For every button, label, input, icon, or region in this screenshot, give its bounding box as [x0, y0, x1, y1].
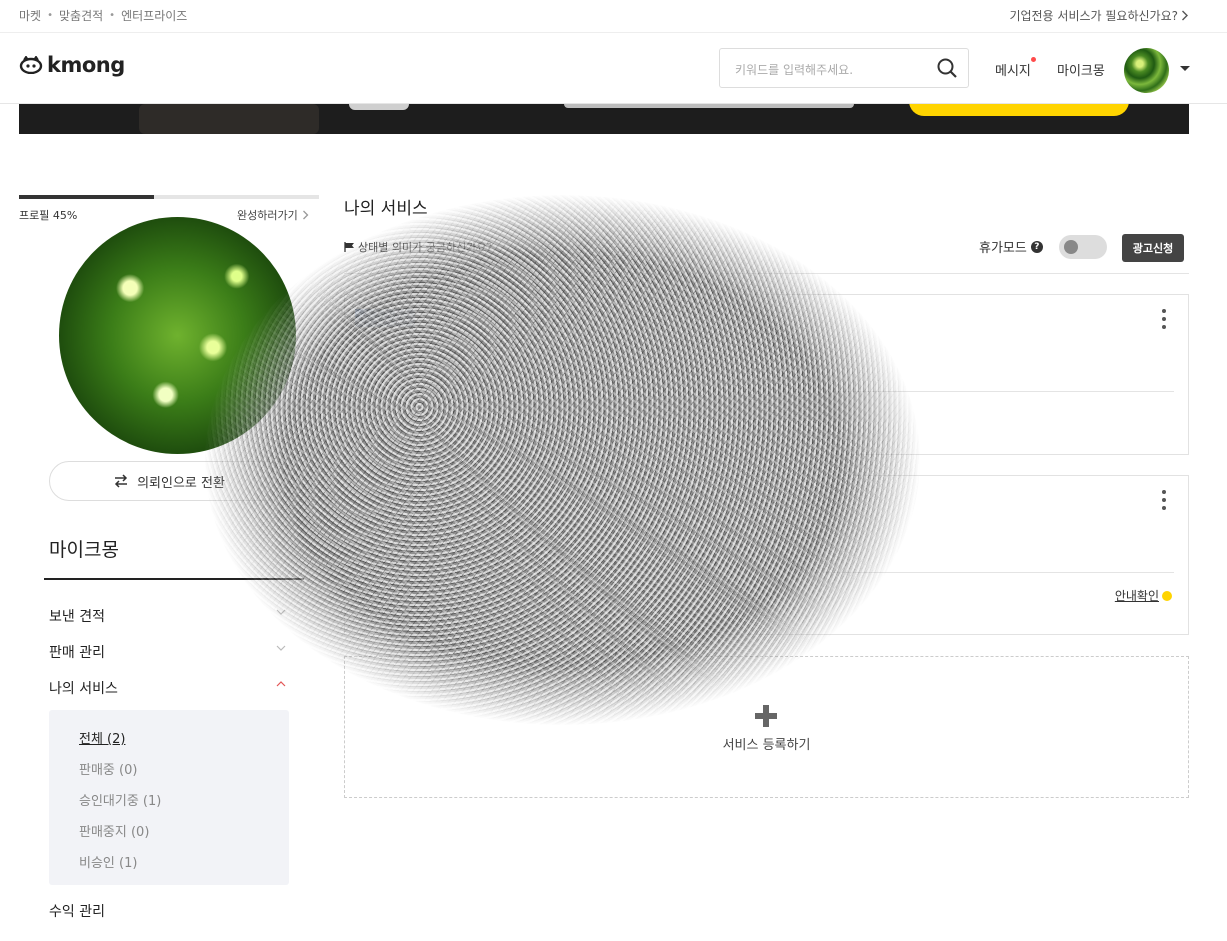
submenu-pending-approval[interactable]: 승인대기중 (1)	[79, 790, 161, 809]
sidebar-item-my-services[interactable]: 나의 서비스	[49, 678, 289, 698]
switch-to-client-button[interactable]: 의뢰인으로 전환	[49, 461, 289, 501]
status-help-link[interactable]: 상태별 의미가 궁금하신가요?	[344, 239, 492, 255]
profile-progress-bar	[19, 195, 319, 199]
chevron-down-icon	[276, 645, 286, 651]
card-divider	[359, 391, 1174, 392]
chevron-right-icon	[302, 210, 309, 220]
sidebar-divider	[44, 578, 304, 580]
submenu-on-sale[interactable]: 판매중 (0)	[79, 759, 137, 778]
vacation-mode-toggle[interactable]	[1059, 235, 1107, 259]
nav-message-label: 메시지	[995, 64, 1031, 79]
profile-avatar[interactable]	[59, 217, 296, 454]
kmong-logo[interactable]: kmong	[19, 53, 125, 77]
header-avatar[interactable]	[1124, 48, 1169, 93]
sidebar-item-revenue-management[interactable]: 수익 관리	[49, 901, 289, 921]
sidebar-item-label: 수익 관리	[49, 904, 105, 920]
enterprise-service-label: 기업전용 서비스가 필요하신가요?	[1009, 9, 1178, 23]
search-placeholder: 키워드를 입력해주세요.	[735, 63, 854, 77]
swap-arrows-icon	[115, 474, 128, 488]
enterprise-service-link[interactable]: 기업전용 서비스가 필요하신가요?	[1009, 7, 1189, 24]
status-help-label: 상태별 의미가 궁금하신가요?	[358, 241, 493, 254]
chevron-up-icon	[276, 681, 286, 687]
check-badge-icon	[1162, 590, 1172, 601]
more-options-icon[interactable]	[1162, 490, 1166, 510]
banner-graphic	[349, 104, 409, 110]
sidebar-title: 마이크몽	[49, 539, 119, 561]
chevron-right-icon	[1182, 10, 1188, 21]
separator-dot: •	[47, 10, 53, 21]
banner-graphic	[564, 104, 854, 108]
flag-icon	[344, 242, 354, 252]
add-service-label: 서비스 등록하기	[722, 738, 811, 753]
sidebar-item-sales-management[interactable]: 판매 관리	[49, 642, 289, 662]
top-utility-bar: 마켓 • 맞춤견적 • 엔터프라이즈 기업전용 서비스가 필요하신가요?	[0, 0, 1227, 33]
link-enterprise[interactable]: 엔터프라이즈	[121, 7, 187, 24]
question-icon[interactable]: ?	[1030, 240, 1043, 253]
link-market[interactable]: 마켓	[19, 7, 41, 24]
complete-profile-link[interactable]: 완성하러가기	[237, 207, 309, 223]
submenu-sale-stopped[interactable]: 판매중지 (0)	[79, 821, 149, 840]
vacation-mode-label: 휴가모드 ?	[979, 237, 1043, 256]
plus-icon	[755, 705, 777, 727]
page-title: 나의 서비스	[344, 199, 428, 219]
toggle-knob	[1064, 240, 1078, 254]
texture-overlay-image	[205, 195, 920, 725]
notification-dot	[1030, 57, 1036, 62]
add-service-box[interactable]: 서비스 등록하기	[344, 656, 1189, 798]
sidebar-item-label: 보낸 견적	[49, 609, 105, 625]
main-header: kmong 키워드를 입력해주세요. 메시지 마이크몽	[0, 33, 1227, 104]
kmong-mascot-icon	[19, 56, 43, 74]
nav-mykmong[interactable]: 마이크몽	[1057, 60, 1105, 79]
chevron-down-icon	[276, 609, 286, 615]
logo-text: kmong	[47, 53, 125, 77]
service-card[interactable]: 안내확인	[344, 475, 1189, 635]
more-options-icon[interactable]	[1162, 309, 1166, 329]
sidebar-item-label: 나의 서비스	[49, 681, 118, 697]
sidebar-item-label: 판매 관리	[49, 645, 105, 661]
complete-profile-label: 완성하러가기	[237, 209, 298, 222]
switch-to-client-label: 의뢰인으로 전환	[137, 475, 225, 491]
profile-progress-label: 프로필 45%	[19, 209, 78, 222]
submenu-rejected[interactable]: 비승인 (1)	[79, 852, 137, 871]
nav-message[interactable]: 메시지	[995, 57, 1036, 79]
service-card-text: 니다.	[763, 325, 789, 339]
search-input[interactable]: 키워드를 입력해주세요.	[719, 48, 969, 88]
ad-apply-button[interactable]: 광고신청	[1122, 234, 1184, 262]
guide-check-label: 안내확인	[1114, 589, 1159, 603]
caret-down-icon[interactable]	[1180, 66, 1190, 71]
sidebar-item-sent-quotes[interactable]: 보낸 견적	[49, 606, 289, 626]
card-divider	[359, 572, 1174, 573]
service-thumbnail[interactable]	[355, 309, 415, 327]
banner-graphic	[139, 104, 319, 134]
banner-cta-button[interactable]	[909, 104, 1129, 116]
search-icon[interactable]	[936, 57, 958, 79]
link-custom-quote[interactable]: 맞춤견적	[59, 7, 103, 24]
main-divider	[344, 273, 1189, 274]
promo-banner[interactable]	[19, 104, 1189, 134]
submenu-all[interactable]: 전체 (2)	[79, 728, 125, 747]
top-links: 마켓 • 맞춤견적 • 엔터프라이즈	[19, 7, 187, 24]
guide-check-link[interactable]: 안내확인	[1115, 587, 1172, 604]
my-services-submenu: 전체 (2) 판매중 (0) 승인대기중 (1) 판매중지 (0) 비승인 (1…	[49, 710, 289, 885]
vacation-mode-text: 휴가모드	[979, 241, 1027, 256]
profile-progress-fill	[19, 195, 154, 199]
separator-dot: •	[109, 10, 116, 21]
service-card[interactable]: 니다.	[344, 294, 1189, 455]
texture-overlay-grain	[205, 195, 920, 725]
